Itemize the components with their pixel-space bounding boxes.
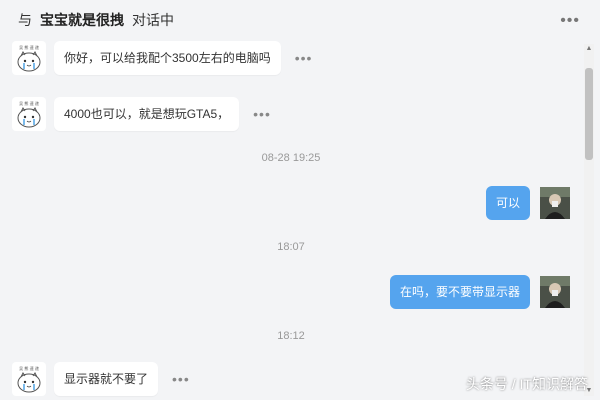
chat-header: 与 宝宝就是很拽 对话中: [0, 0, 600, 40]
chat-status: 对话中: [132, 12, 174, 28]
header-prefix: 与: [18, 12, 32, 28]
message-more-icon[interactable]: •••: [253, 106, 271, 122]
message-row: 吴 熊 速 递 显示器就不要了 •••: [12, 362, 190, 396]
timestamp: 08-28 19:25: [261, 152, 321, 164]
message-row: 在吗，要不要带显示器: [389, 275, 570, 309]
cat-avatar-icon[interactable]: 吴 熊 速 递: [12, 97, 46, 131]
cat-avatar-icon[interactable]: 吴 熊 速 递: [12, 362, 46, 396]
message-bubble[interactable]: 显示器就不要了: [54, 362, 159, 396]
scroll-thumb[interactable]: [585, 68, 593, 160]
user-avatar-icon[interactable]: [540, 276, 570, 308]
timestamp: 18:12: [277, 330, 305, 342]
contact-name[interactable]: 宝宝就是很拽: [40, 10, 124, 30]
message-bubble[interactable]: 可以: [485, 186, 530, 220]
scroll-up-icon[interactable]: ▲: [584, 44, 594, 54]
message-more-icon[interactable]: •••: [172, 371, 190, 387]
user-avatar-icon[interactable]: [540, 187, 570, 219]
timestamp: 18:07: [277, 241, 305, 253]
cat-avatar-icon[interactable]: 吴 熊 速 递: [12, 41, 46, 75]
message-more-icon[interactable]: •••: [295, 50, 313, 66]
svg-text:吴 熊 速 递: 吴 熊 速 递: [19, 365, 39, 371]
message-row: 可以: [485, 186, 570, 220]
message-bubble[interactable]: 4000也可以，就是想玩GTA5，: [54, 97, 240, 131]
message-row: 吴 熊 速 递 你好，可以给我配个3500左右的电脑吗 •••: [12, 41, 312, 75]
message-bubble[interactable]: 你好，可以给我配个3500左右的电脑吗: [54, 41, 281, 75]
svg-text:吴 熊 速 递: 吴 熊 速 递: [19, 100, 39, 106]
more-dots-icon[interactable]: •••: [560, 12, 580, 30]
chat-scrollbar[interactable]: ▲ ▼: [584, 44, 594, 396]
message-list: 吴 熊 速 递 你好，可以给我配个3500左右的电脑吗 ••• 吴 熊 速 递 …: [0, 40, 582, 400]
svg-text:吴 熊 速 递: 吴 熊 速 递: [19, 44, 39, 50]
message-bubble[interactable]: 在吗，要不要带显示器: [389, 275, 530, 309]
watermark: 头条号 / IT知识解答: [465, 376, 588, 392]
message-row: 吴 熊 速 递 4000也可以，就是想玩GTA5， •••: [12, 97, 271, 131]
